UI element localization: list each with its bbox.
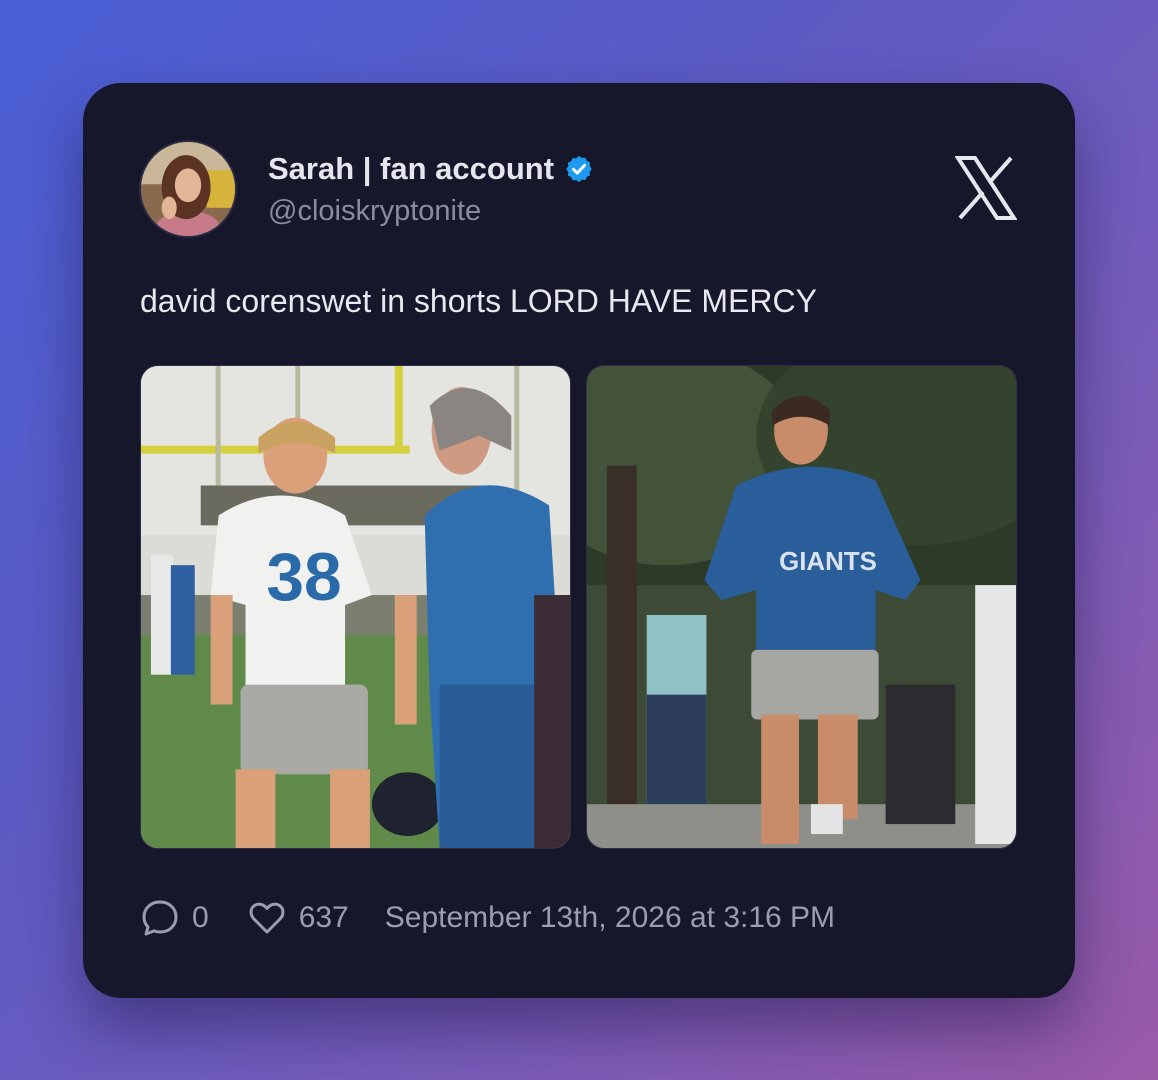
avatar-image bbox=[141, 142, 235, 236]
reply-icon[interactable] bbox=[140, 898, 180, 938]
reply-count: 0 bbox=[192, 901, 209, 934]
hoodie-text: GIANTS bbox=[779, 548, 877, 576]
jogging-man-photo: GIANTS bbox=[587, 366, 1016, 848]
verified-badge-icon bbox=[566, 155, 592, 183]
football-player-photo: 38 bbox=[141, 366, 570, 848]
heart-icon[interactable] bbox=[247, 898, 287, 938]
author-handle[interactable]: @cloiskryptonite bbox=[268, 195, 481, 228]
tweet-card: Sarah | fan account @cloiskryptonite dav… bbox=[83, 83, 1075, 998]
jersey-number: 38 bbox=[266, 540, 341, 615]
x-logo-icon[interactable] bbox=[955, 156, 1017, 220]
like-count: 637 bbox=[298, 901, 349, 934]
tweet-text: david corenswet in shorts LORD HAVE MERC… bbox=[140, 283, 817, 319]
tweet-image-football-player[interactable]: 38 bbox=[140, 365, 571, 849]
tweet-stats-bar: 0 637 September 13th, 2026 at 3:16 PM bbox=[140, 896, 835, 940]
tweet-image-jogger[interactable]: GIANTS bbox=[586, 365, 1017, 849]
tweet-timestamp[interactable]: September 13th, 2026 at 3:16 PM bbox=[385, 901, 835, 935]
avatar[interactable] bbox=[139, 140, 237, 238]
author-name[interactable]: Sarah | fan account bbox=[268, 151, 554, 187]
author-name-row[interactable]: Sarah | fan account bbox=[268, 151, 594, 187]
